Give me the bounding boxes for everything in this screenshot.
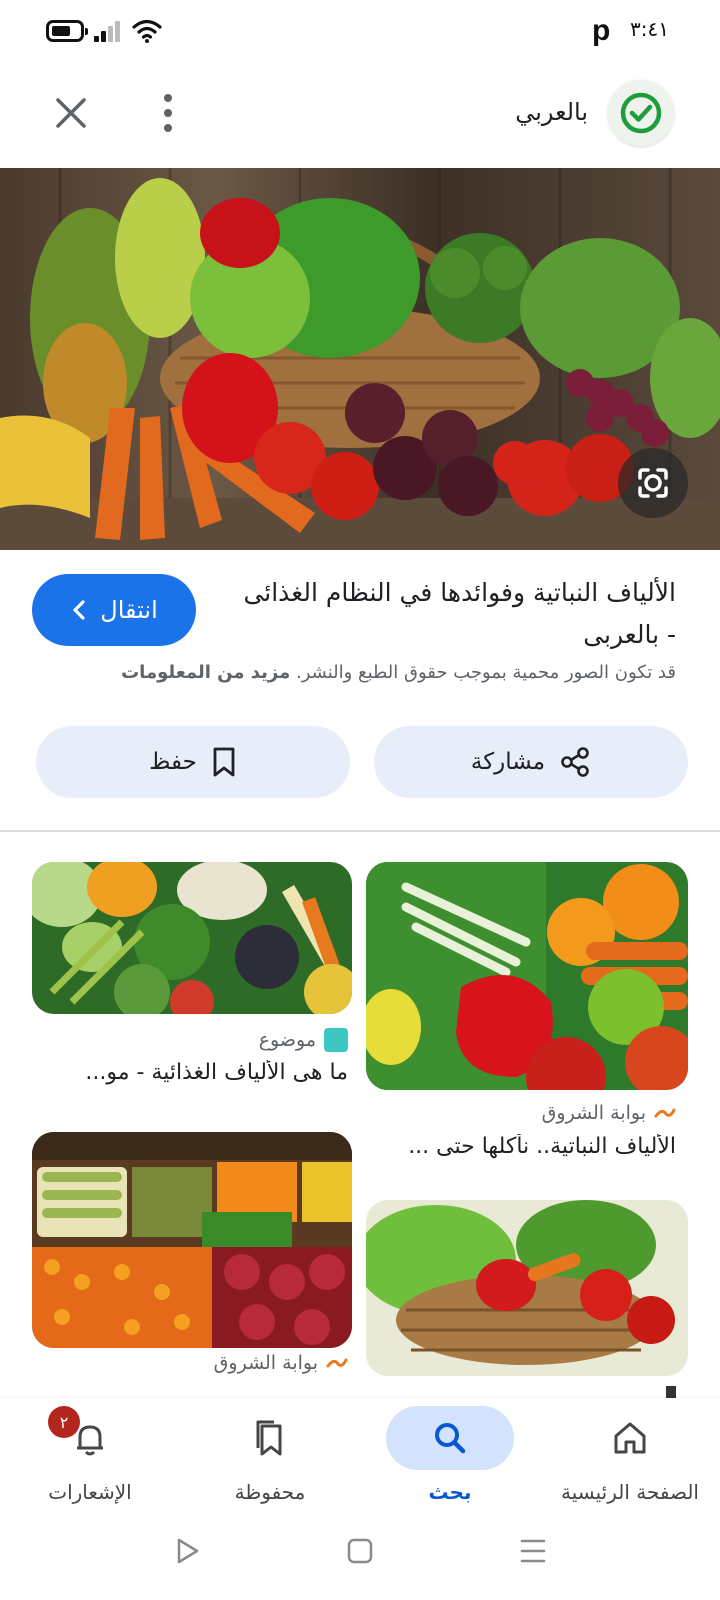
carrier-p-icon: p	[592, 14, 611, 47]
related-source-3: بوابة الشروق	[214, 1352, 348, 1374]
signal-icon	[94, 20, 122, 42]
mawdoo-logo-icon	[324, 1028, 348, 1052]
status-time: ٣:٤١	[630, 17, 669, 41]
more-info-link[interactable]: مزيد من المعلومات	[121, 662, 290, 683]
shorouk-logo-icon	[654, 1108, 676, 1118]
share-button[interactable]: مشاركة	[374, 726, 688, 798]
home-icon	[614, 1422, 646, 1454]
nav-search-icon-wrap	[386, 1406, 514, 1470]
related-title-2[interactable]: ما هى الألياف الغذائية - مو...	[28, 1060, 348, 1085]
search-icon	[435, 1423, 466, 1454]
divider	[0, 830, 720, 832]
nav-search-label: بحث	[428, 1480, 472, 1504]
status-bar: p ٣:٤١	[0, 0, 720, 64]
nav-saved-label: محفوظة	[234, 1480, 306, 1504]
visit-button[interactable]: انتقال	[32, 574, 196, 646]
battery-icon	[46, 20, 88, 42]
related-image-1[interactable]	[366, 862, 688, 1090]
vegetable-basket-photo	[0, 168, 720, 550]
copyright-text: قد تكون الصور محمية بموجب حقوق الطبع وال…	[295, 662, 676, 683]
bottom-nav: الصفحة الرئيسية بحث محفوظة ٢ الإشعارات	[0, 1398, 720, 1518]
home-square-icon[interactable]	[345, 1536, 375, 1566]
more-vert-icon[interactable]	[150, 88, 186, 138]
related-image-4[interactable]	[32, 1132, 352, 1348]
chevron-left-icon	[73, 600, 85, 620]
share-label: مشاركة	[470, 749, 546, 775]
nav-notifications-icon-wrap: ٢	[26, 1406, 154, 1470]
related-title-1[interactable]: الألياف النباتية.. نأكلها حتى ...	[354, 1134, 676, 1159]
bookmark-icon	[213, 747, 235, 777]
back-triangle-icon[interactable]	[172, 1536, 202, 1566]
viewer-header: بالعربي	[0, 72, 720, 160]
hero-image[interactable]	[0, 168, 720, 550]
related-source-1: بوابة الشروق	[542, 1102, 676, 1124]
nav-saved[interactable]: محفوظة	[180, 1398, 360, 1518]
system-nav-bar	[0, 1518, 720, 1600]
close-icon[interactable]	[46, 88, 96, 138]
copyright-notice: قد تكون الصور محمية بموجب حقوق الطبع وال…	[36, 662, 676, 683]
result-title[interactable]: الألياف النباتية وفوائدها في النظام الغذ…	[236, 572, 676, 656]
check-circle-icon	[620, 92, 662, 134]
nav-saved-icon-wrap	[206, 1406, 334, 1470]
source-logo[interactable]	[608, 80, 674, 146]
visit-label: انتقال	[100, 596, 158, 624]
wifi-icon	[132, 19, 162, 43]
nav-home-icon-wrap	[566, 1406, 694, 1470]
share-icon	[561, 747, 589, 777]
nav-home-label: الصفحة الرئيسية	[561, 1480, 699, 1504]
bookmarks-icon	[256, 1420, 282, 1456]
related-image-3[interactable]	[366, 1200, 688, 1376]
save-label: حفظ	[149, 749, 197, 775]
save-button[interactable]: حفظ	[36, 726, 350, 798]
nav-home[interactable]: الصفحة الرئيسية	[540, 1398, 720, 1518]
nav-notifications-label: الإشعارات	[48, 1480, 132, 1504]
source-name[interactable]: بالعربي	[515, 98, 588, 126]
lens-icon[interactable]	[618, 448, 688, 518]
notification-badge: ٢	[48, 1406, 80, 1438]
related-image-2[interactable]	[32, 862, 352, 1014]
menu-lines-icon[interactable]	[518, 1536, 548, 1566]
nav-search[interactable]: بحث	[360, 1398, 540, 1518]
nav-notifications[interactable]: ٢ الإشعارات	[0, 1398, 180, 1518]
shorouk-logo-icon	[326, 1358, 348, 1368]
related-source-2: موضوع	[259, 1028, 348, 1052]
